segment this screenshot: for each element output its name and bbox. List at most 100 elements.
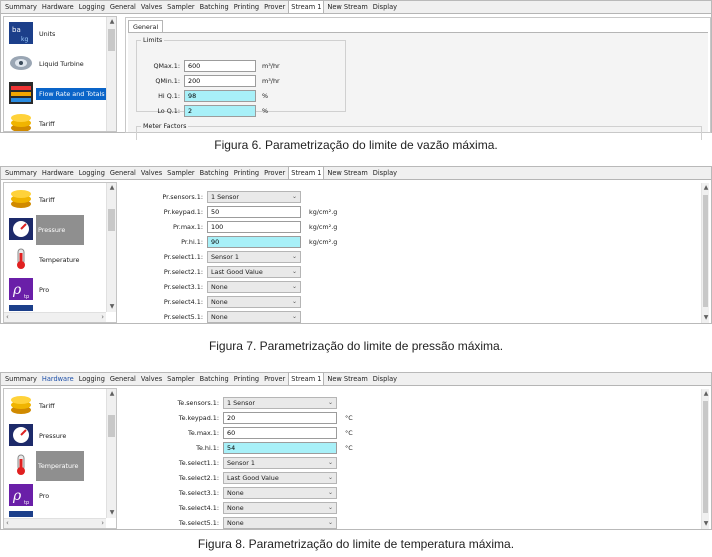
tab-new-stream[interactable]: New Stream: [325, 374, 369, 385]
tab-printing[interactable]: Printing: [232, 2, 261, 13]
tab-valves[interactable]: Valves: [139, 374, 164, 385]
qmax-input[interactable]: [184, 60, 256, 72]
tab-logging[interactable]: Logging: [77, 374, 107, 385]
scroll-right-icon[interactable]: ›: [101, 519, 104, 527]
sidebar-item-pro[interactable]: ρ tp Pro: [6, 275, 108, 305]
pr-select1-select[interactable]: Sensor 1 ⌄: [207, 251, 301, 263]
scroll-up-icon[interactable]: ▲: [702, 184, 710, 192]
sidebar-item-pro[interactable]: ρ tp Pro: [6, 481, 108, 511]
tab-hardware[interactable]: Hardware: [40, 374, 76, 385]
tab-new-stream[interactable]: New Stream: [325, 2, 369, 13]
tab-batching[interactable]: Batching: [198, 168, 231, 179]
scroll-up-icon[interactable]: ▲: [107, 184, 116, 192]
scroll-thumb[interactable]: [108, 29, 115, 51]
sidebar-scrollbar[interactable]: ▲: [106, 17, 116, 131]
te-select4-select[interactable]: None ⌄: [223, 502, 337, 514]
tab-sampler[interactable]: Sampler: [165, 374, 196, 385]
content-scrollbar[interactable]: ▲ ▼: [701, 389, 709, 529]
tab-sampler[interactable]: Sampler: [165, 168, 196, 179]
tab-display[interactable]: Display: [371, 374, 399, 385]
pr-select3-select[interactable]: None ⌄: [207, 281, 301, 293]
sidebar-item-units[interactable]: ba kg Units: [6, 19, 108, 49]
pr-select2-select[interactable]: Last Good Value ⌄: [207, 266, 301, 278]
te-keypad-input[interactable]: [223, 412, 337, 424]
scroll-right-icon[interactable]: ›: [101, 313, 104, 321]
content-scrollbar[interactable]: ▲ ▼: [701, 183, 709, 323]
scroll-down-icon[interactable]: ▼: [107, 303, 116, 311]
te-select5-select[interactable]: None ⌄: [223, 517, 337, 529]
te-select2-select[interactable]: Last Good Value ⌄: [223, 472, 337, 484]
lo-q-input[interactable]: [184, 105, 256, 117]
pr-keypad-input[interactable]: [207, 206, 301, 218]
scroll-left-icon[interactable]: ‹: [6, 519, 9, 527]
scroll-down-icon[interactable]: ▼: [702, 520, 710, 528]
tab-general[interactable]: General: [108, 168, 138, 179]
tab-summary[interactable]: Summary: [3, 374, 39, 385]
scroll-up-icon[interactable]: ▲: [107, 390, 116, 398]
pr-sensors-select[interactable]: 1 Sensor ⌄: [207, 191, 301, 203]
scroll-thumb[interactable]: [108, 415, 115, 437]
sidebar-item-flow-rate-totals[interactable]: Flow Rate and Totals: [6, 79, 108, 109]
scroll-down-icon[interactable]: ▼: [702, 314, 710, 322]
sidebar-item-liquid-turbine[interactable]: Liquid Turbine: [6, 49, 108, 79]
sidebar-item-tariff[interactable]: Tariff: [6, 109, 108, 131]
screenshot-flow-limits: Summary Hardware Logging General Valves …: [0, 0, 712, 140]
sidebar-hscrollbar[interactable]: ‹ ›: [4, 518, 106, 528]
tab-printing[interactable]: Printing: [232, 374, 261, 385]
inner-tab-general[interactable]: General: [128, 20, 164, 32]
tab-prover[interactable]: Prover: [262, 374, 287, 385]
scroll-thumb[interactable]: [703, 401, 708, 513]
te-hi-input[interactable]: [223, 442, 337, 454]
pr-select4-select[interactable]: None ⌄: [207, 296, 301, 308]
tab-logging[interactable]: Logging: [77, 168, 107, 179]
qmin-input[interactable]: [184, 75, 256, 87]
tab-display[interactable]: Display: [371, 2, 399, 13]
tab-general[interactable]: General: [108, 374, 138, 385]
te-sensors-select[interactable]: 1 Sensor ⌄: [223, 397, 337, 409]
tab-printing[interactable]: Printing: [232, 168, 261, 179]
sidebar-item-label: Units: [39, 30, 56, 38]
tab-hardware[interactable]: Hardware: [40, 168, 76, 179]
pr-select5-select[interactable]: None ⌄: [207, 311, 301, 323]
tab-valves[interactable]: Valves: [139, 168, 164, 179]
tab-prover[interactable]: Prover: [262, 168, 287, 179]
sidebar-scrollbar[interactable]: ▲ ▼: [106, 183, 116, 312]
content-panel: Pr.sensors.1: 1 Sensor ⌄ Pr.keypad.1: kg/…: [125, 182, 701, 323]
sidebar-scrollbar[interactable]: ▲ ▼: [106, 389, 116, 518]
tab-valves[interactable]: Valves: [139, 2, 164, 13]
sidebar-item-pressure[interactable]: Pressure: [6, 421, 108, 451]
sidebar-item-pressure[interactable]: Pressure: [6, 215, 108, 245]
sidebar-item-tariff[interactable]: Tariff: [6, 391, 108, 421]
tab-hardware[interactable]: Hardware: [40, 2, 76, 13]
sidebar-item-temperature[interactable]: Temperature: [6, 451, 108, 481]
sidebar-hscrollbar[interactable]: ‹ ›: [4, 312, 106, 322]
te-select1-select[interactable]: Sensor 1 ⌄: [223, 457, 337, 469]
sidebar-item-tariff[interactable]: Tariff: [6, 185, 108, 215]
te-max-input[interactable]: [223, 427, 337, 439]
tab-stream-1[interactable]: Stream 1: [288, 372, 325, 385]
tab-logging[interactable]: Logging: [77, 2, 107, 13]
scroll-down-icon[interactable]: ▼: [107, 509, 116, 517]
scroll-left-icon[interactable]: ‹: [6, 313, 9, 321]
tab-stream-1[interactable]: Stream 1: [288, 0, 325, 13]
scroll-thumb[interactable]: [108, 209, 115, 231]
scroll-thumb[interactable]: [703, 195, 708, 307]
pr-max-input[interactable]: [207, 221, 301, 233]
te-select3-select[interactable]: None ⌄: [223, 487, 337, 499]
sidebar-item-temperature[interactable]: Temperature: [6, 245, 108, 275]
tab-batching[interactable]: Batching: [198, 2, 231, 13]
content-panel: General Limits QMax.1: m³/hr QMin.1: m³/…: [125, 17, 711, 140]
scroll-up-icon[interactable]: ▲: [107, 18, 116, 26]
tab-summary[interactable]: Summary: [3, 168, 39, 179]
tab-batching[interactable]: Batching: [198, 374, 231, 385]
tab-summary[interactable]: Summary: [3, 2, 39, 13]
tab-prover[interactable]: Prover: [262, 2, 287, 13]
scroll-up-icon[interactable]: ▲: [702, 390, 710, 398]
tab-general[interactable]: General: [108, 2, 138, 13]
hi-q-input[interactable]: [184, 90, 256, 102]
tab-new-stream[interactable]: New Stream: [325, 168, 369, 179]
pr-hi-input[interactable]: [207, 236, 301, 248]
tab-sampler[interactable]: Sampler: [165, 2, 196, 13]
tab-display[interactable]: Display: [371, 168, 399, 179]
tab-stream-1[interactable]: Stream 1: [288, 166, 325, 179]
